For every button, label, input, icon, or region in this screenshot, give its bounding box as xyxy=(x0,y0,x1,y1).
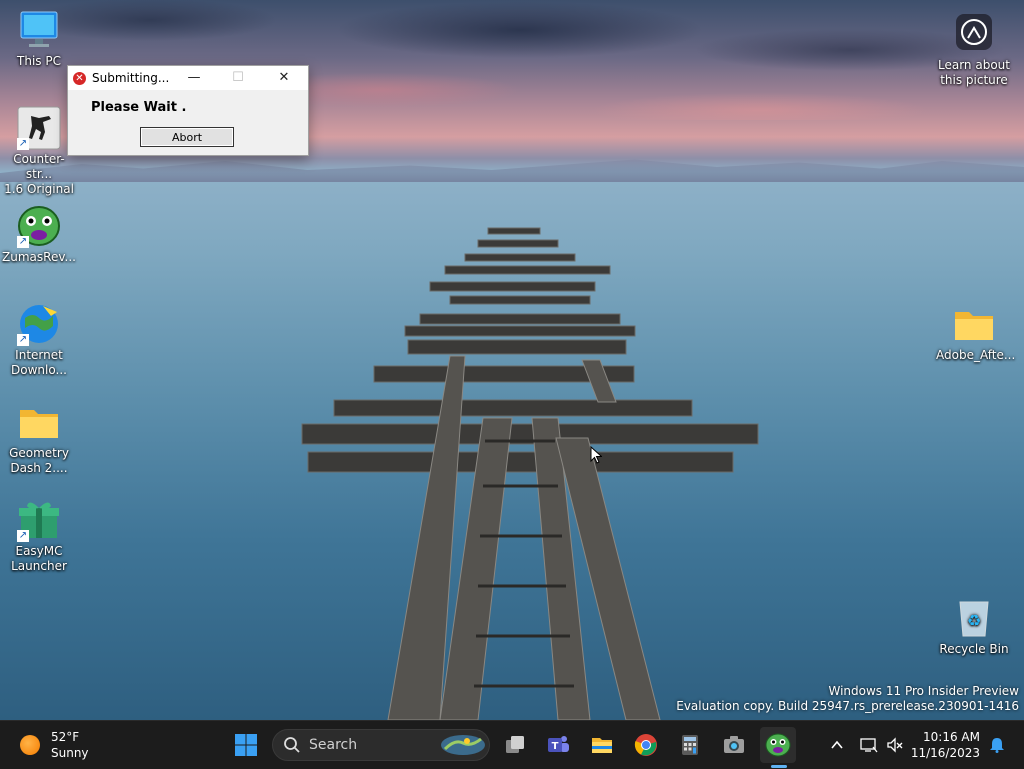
desktop-icon-label: Geometry Dash 2.... xyxy=(9,446,69,475)
teams-button[interactable]: T xyxy=(540,727,576,763)
file-explorer-icon xyxy=(592,738,612,753)
shortcut-arrow-icon: ↗ xyxy=(17,334,29,346)
desktop-icon-label: Adobe_Afte... xyxy=(936,348,1016,362)
maximize-button: ☐ xyxy=(232,70,244,85)
network-icon xyxy=(860,738,878,753)
wallpaper-mountains xyxy=(0,159,1024,182)
close-button[interactable]: ✕ xyxy=(262,66,306,90)
windows-logo-icon xyxy=(235,734,257,756)
zuma-frog-icon xyxy=(765,733,791,757)
watermark-line-1: Windows 11 Pro Insider Preview xyxy=(828,684,1019,698)
volume-muted-icon xyxy=(887,737,903,753)
volume-tray-button[interactable] xyxy=(882,727,908,763)
desktop-icon-label: Counter-str... 1.6 Original xyxy=(4,152,74,196)
desktop-icon-label: Recycle Bin xyxy=(939,642,1009,656)
watermark-line-2: Evaluation copy. Build 25947.rs_prerelea… xyxy=(676,699,1019,713)
bell-icon xyxy=(990,738,1004,753)
desktop-icon-geometry-dash[interactable]: Geometry Dash 2.... xyxy=(1,400,77,476)
folder-icon xyxy=(952,302,996,346)
folder-icon xyxy=(17,400,61,444)
desktop-icon-recycle-bin[interactable]: ♻ Recycle Bin xyxy=(936,596,1012,657)
desktop-icon-label: ZumasRev... xyxy=(2,250,76,264)
network-tray-button[interactable] xyxy=(856,727,882,763)
weather-widget[interactable]: 52°F Sunny xyxy=(20,729,89,761)
search-icon xyxy=(284,737,300,753)
easymc-gift-icon: ↗ xyxy=(17,498,61,542)
show-hidden-icons-button[interactable] xyxy=(822,727,852,763)
task-view-icon xyxy=(506,736,524,753)
start-button[interactable] xyxy=(228,727,264,763)
idm-globe-icon: ↗ xyxy=(17,302,61,346)
svg-text:♻: ♻ xyxy=(967,611,981,630)
zuma-frog-icon: ↗ xyxy=(17,204,61,248)
mouse-cursor-icon xyxy=(590,446,602,464)
dialog-titlebar[interactable]: ✕ Submitting... — ☐ ✕ xyxy=(68,66,308,90)
task-view-button[interactable] xyxy=(497,727,533,763)
desktop-icon-this-pc[interactable]: This PC xyxy=(1,8,77,69)
chevron-up-icon xyxy=(831,740,843,749)
camera-icon xyxy=(724,736,744,753)
desktop-icon-adobe-after-effects[interactable]: Adobe_Afte... xyxy=(936,302,1016,363)
teams-icon: T xyxy=(548,736,569,752)
calculator-icon xyxy=(682,735,698,755)
desktop-icon-easymc-launcher[interactable]: ↗ EasyMC Launcher xyxy=(1,498,77,574)
clock-date: 11/16/2023 xyxy=(910,746,980,760)
shortcut-arrow-icon: ↗ xyxy=(17,236,29,248)
desktop-icon-label: Learn about this picture xyxy=(938,58,1010,87)
weather-description: Sunny xyxy=(51,746,89,760)
desktop-icon-internet-download-manager[interactable]: ↗ Internet Downlo... xyxy=(1,302,77,378)
search-highlight-icon xyxy=(441,735,485,755)
abort-button[interactable]: Abort xyxy=(140,127,234,147)
taskbar-search[interactable]: Search xyxy=(272,729,490,761)
shortcut-arrow-icon: ↗ xyxy=(17,530,29,542)
notifications-button[interactable] xyxy=(984,727,1010,763)
recycle-bin-icon: ♻ xyxy=(952,596,996,640)
dialog-title: Submitting... xyxy=(92,71,170,85)
learn-about-picture-icon xyxy=(952,12,996,56)
counter-strike-icon: ↗ xyxy=(17,106,61,150)
monitor-icon xyxy=(17,8,61,52)
taskbar: 52°F Sunny Search T 10:16 AM 11/16/2023 xyxy=(0,720,1024,769)
wallpaper-pier xyxy=(301,227,759,720)
clock-time: 10:16 AM xyxy=(923,730,980,744)
search-label: Search xyxy=(309,737,358,753)
submitting-dialog: ✕ Submitting... — ☐ ✕ Please Wait . Abor… xyxy=(67,65,309,156)
file-explorer-button[interactable] xyxy=(584,727,620,763)
shortcut-arrow-icon: ↗ xyxy=(17,138,29,150)
desktop-icon-zumas-revenge[interactable]: ↗ ZumasRev... xyxy=(1,204,77,265)
calculator-button[interactable] xyxy=(672,727,708,763)
desktop-icon-label: EasyMC Launcher xyxy=(11,544,67,573)
taskbar-clock[interactable]: 10:16 AM 11/16/2023 xyxy=(906,729,980,761)
minimize-button[interactable]: — xyxy=(172,66,216,90)
desktop-icon-label: This PC xyxy=(17,54,61,68)
windows-evaluation-watermark: Windows 11 Pro Insider Preview Evaluatio… xyxy=(676,684,1019,714)
chrome-button[interactable] xyxy=(628,727,664,763)
error-icon: ✕ xyxy=(73,71,86,85)
weather-temperature: 52°F xyxy=(51,730,80,744)
zuma-taskbar-button[interactable] xyxy=(760,727,796,763)
chrome-icon xyxy=(634,734,657,756)
desktop-icon-label: Internet Downlo... xyxy=(11,348,67,377)
svg-text:T: T xyxy=(552,741,559,752)
desktop-icon-learn-about-picture[interactable]: Learn about this picture xyxy=(936,12,1012,88)
sun-icon xyxy=(20,735,40,755)
desktop-icon-counter-strike[interactable]: ↗ Counter-str... 1.6 Original xyxy=(1,106,77,197)
camera-button[interactable] xyxy=(716,727,752,763)
dialog-message: Please Wait . xyxy=(91,100,187,115)
